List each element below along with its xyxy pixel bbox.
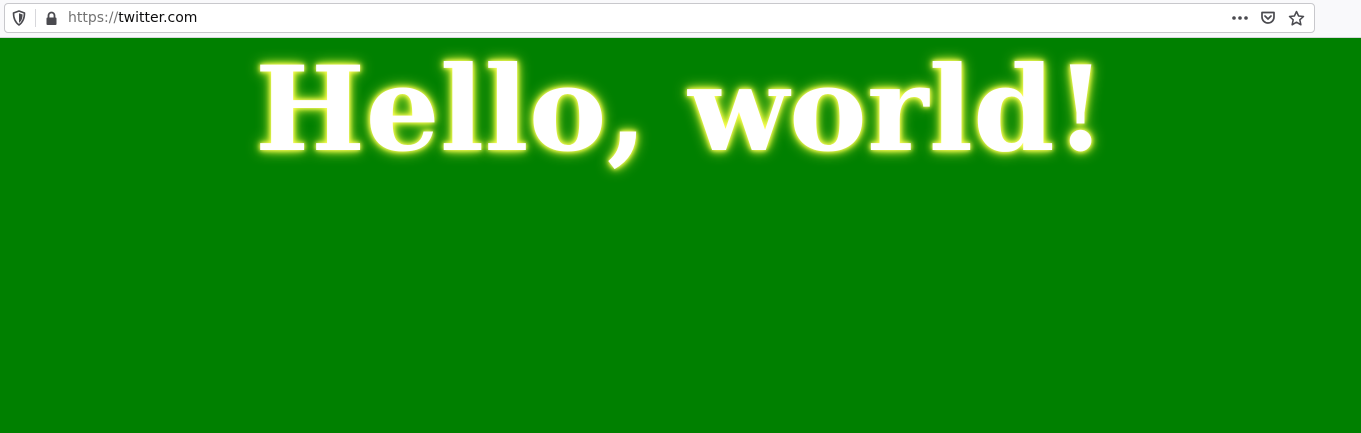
url-host: twitter.com — [118, 10, 198, 26]
url-text[interactable]: https://twitter.com — [68, 10, 197, 26]
browser-toolbar: https://twitter.com — [0, 0, 1361, 38]
lock-icon[interactable] — [43, 10, 59, 26]
page-actions — [1226, 6, 1310, 30]
url-scheme: https:// — [68, 10, 119, 26]
pocket-icon[interactable] — [1254, 6, 1282, 30]
more-horizontal-icon[interactable] — [1226, 6, 1254, 30]
url-separator — [35, 9, 36, 27]
page-headline: Hello, world! — [254, 40, 1107, 178]
page-content: Hello, world! — [0, 38, 1361, 433]
shield-icon[interactable] — [10, 9, 28, 27]
url-bar[interactable]: https://twitter.com — [4, 3, 1315, 33]
star-icon[interactable] — [1282, 6, 1310, 30]
